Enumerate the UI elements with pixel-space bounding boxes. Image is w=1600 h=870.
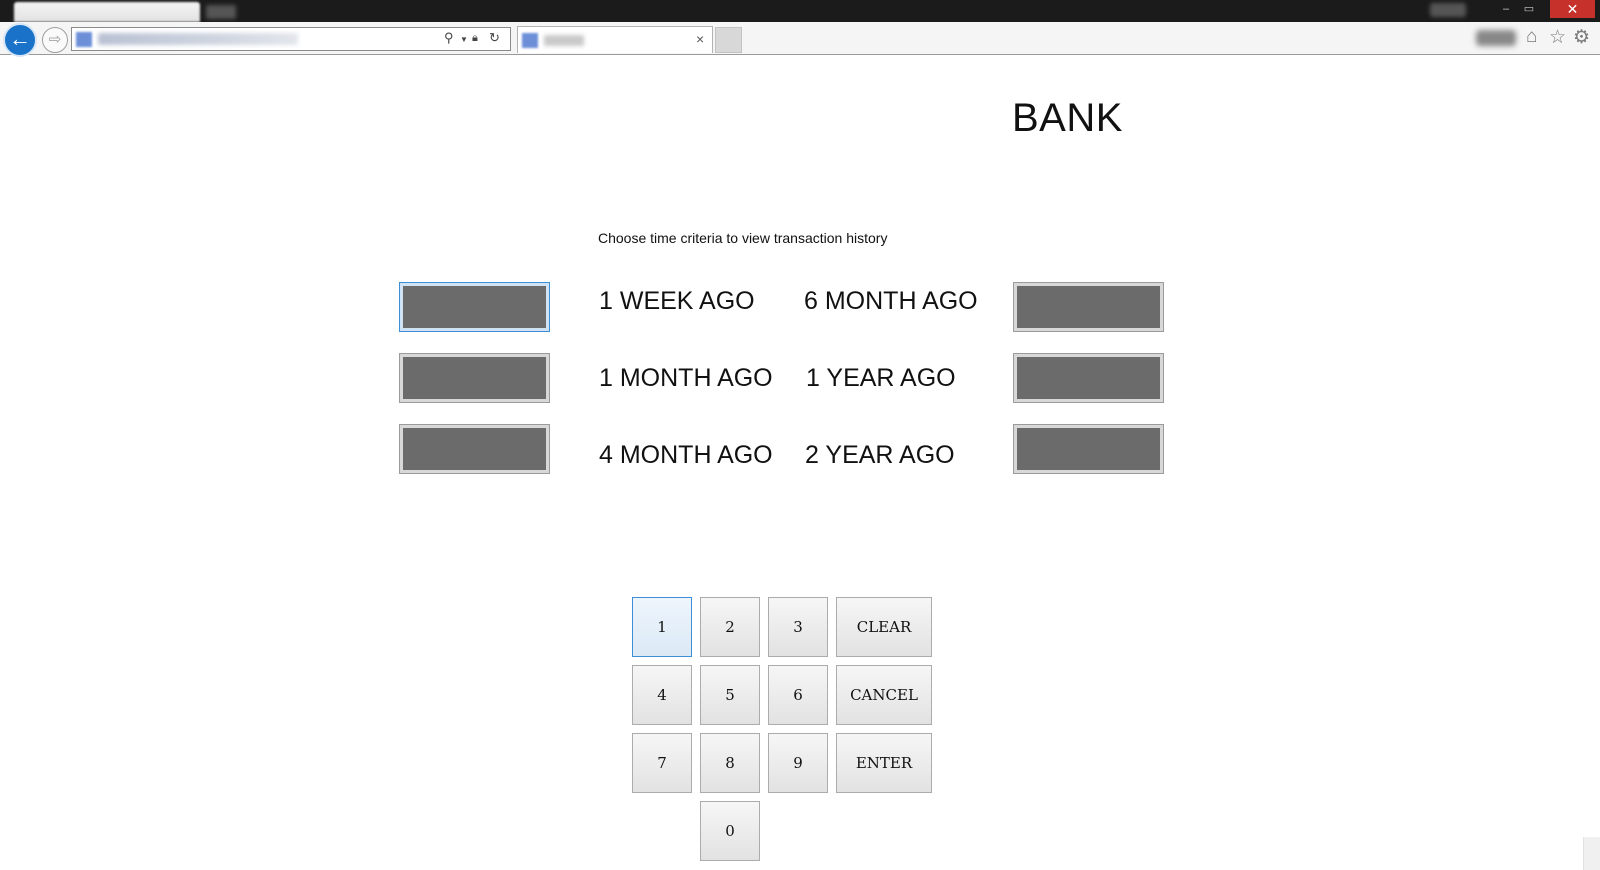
- tab-title-blurred: [544, 35, 584, 46]
- star-icon[interactable]: ☆: [1549, 26, 1566, 49]
- new-tab-button[interactable]: [715, 27, 742, 53]
- option-label-1-year: 1 YEAR AGO: [806, 364, 956, 392]
- toolbar-blurred-item: [1476, 30, 1516, 46]
- address-url-blurred: [98, 33, 298, 45]
- browser-tab-blurred[interactable]: [14, 2, 200, 22]
- minimize-button[interactable]: –: [1498, 0, 1514, 18]
- browser-titlebar: – ▭ ✕: [0, 0, 1600, 22]
- right-option-button-1[interactable]: [1013, 282, 1164, 332]
- cancel-button[interactable]: CANCEL: [836, 665, 932, 725]
- maximize-button[interactable]: ▭: [1518, 0, 1540, 18]
- tab-favicon-icon: [522, 33, 538, 48]
- keypad-key-9[interactable]: 9: [768, 733, 828, 793]
- keypad-key-3[interactable]: 3: [768, 597, 828, 657]
- left-option-button-2[interactable]: [399, 353, 550, 403]
- keypad-key-7[interactable]: 7: [632, 733, 692, 793]
- gear-icon[interactable]: ⚙: [1573, 26, 1590, 49]
- keypad-key-0[interactable]: 0: [700, 801, 760, 861]
- scrollbar-corner[interactable]: [1583, 837, 1600, 870]
- back-button[interactable]: ←: [3, 23, 37, 57]
- option-label-1-month: 1 MONTH AGO: [599, 364, 773, 392]
- left-option-button-1[interactable]: [399, 282, 550, 332]
- lock-icon[interactable]: 🔒︎: [472, 32, 478, 45]
- refresh-icon[interactable]: ↻: [489, 30, 500, 46]
- instructions-text: Choose time criteria to view transaction…: [598, 230, 888, 246]
- keypad-key-1[interactable]: 1: [632, 597, 692, 657]
- search-icon[interactable]: ⚲: [444, 30, 454, 46]
- keypad-key-5[interactable]: 5: [700, 665, 760, 725]
- close-window-button[interactable]: ✕: [1550, 0, 1595, 18]
- browser-tab-blurred-2[interactable]: [206, 5, 236, 19]
- clear-button[interactable]: CLEAR: [836, 597, 932, 657]
- titlebar-blurred-item: [1430, 3, 1466, 17]
- page-tab[interactable]: ×: [517, 26, 713, 53]
- page-title: BANK: [1012, 96, 1123, 140]
- keypad-key-4[interactable]: 4: [632, 665, 692, 725]
- browser-navbar: ← ⇨ ⚲ ▼ 🔒︎ ↻ × ⌂ ☆ ⚙: [0, 22, 1600, 57]
- site-favicon-icon: [76, 32, 92, 47]
- option-label-6-month: 6 MONTH AGO: [804, 287, 978, 315]
- right-option-button-2[interactable]: [1013, 353, 1164, 403]
- enter-button[interactable]: ENTER: [836, 733, 932, 793]
- keypad-key-2[interactable]: 2: [700, 597, 760, 657]
- option-label-4-month: 4 MONTH AGO: [599, 441, 773, 469]
- keypad-key-6[interactable]: 6: [768, 665, 828, 725]
- address-bar[interactable]: ⚲ ▼ 🔒︎ ↻: [71, 27, 511, 51]
- tab-close-icon[interactable]: ×: [696, 31, 704, 47]
- keypad-key-8[interactable]: 8: [700, 733, 760, 793]
- left-option-button-3[interactable]: [399, 424, 550, 474]
- forward-button[interactable]: ⇨: [42, 27, 68, 53]
- home-icon[interactable]: ⌂: [1526, 26, 1537, 48]
- right-option-button-3[interactable]: [1013, 424, 1164, 474]
- option-label-2-year: 2 YEAR AGO: [805, 441, 955, 469]
- dropdown-arrow-icon[interactable]: ▼: [460, 35, 468, 44]
- option-label-1-week: 1 WEEK AGO: [599, 287, 755, 315]
